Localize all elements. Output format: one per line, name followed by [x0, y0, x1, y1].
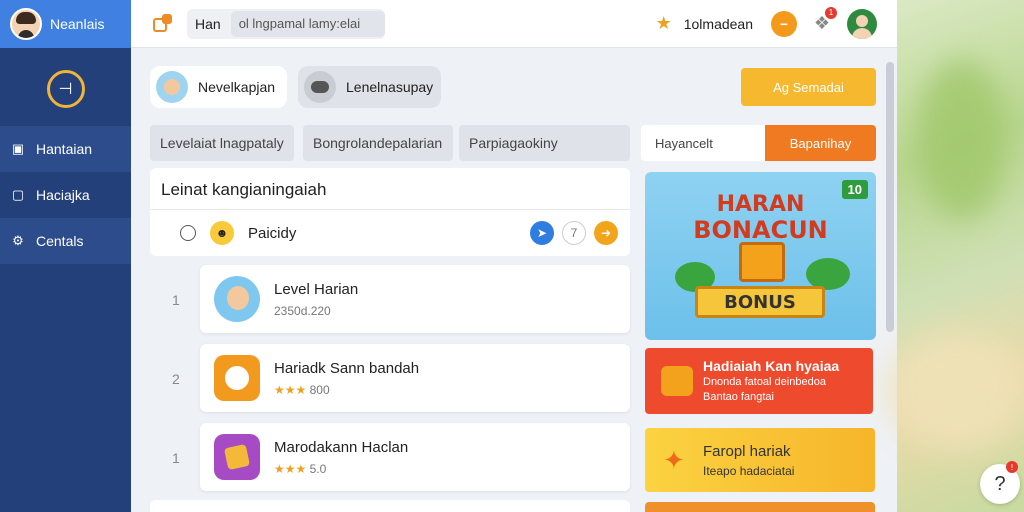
daily-card[interactable]: ✦ Faropl hariak Iteapo hadaciatai — [645, 428, 875, 492]
sidebar-item-label: Hantaian — [36, 141, 93, 157]
list-item-subtitle: 2350d.220 — [274, 303, 331, 318]
gear-icon: ⚙ — [12, 233, 24, 248]
tab-bongrol[interactable]: Bongrolandepalarian — [303, 125, 453, 161]
tab-parpiag[interactable]: Parpiagaokiny — [459, 125, 630, 161]
gift-box-icon — [739, 242, 785, 282]
list-item[interactable]: Marodakann Haclan ★★★ 5.0 — [200, 423, 630, 491]
reward-title: Hadiaiah Kan hyaiaa — [703, 358, 840, 374]
sidebar-title: Neanlais — [50, 16, 105, 32]
sidebar-item-label: Haciajka — [36, 187, 90, 203]
sidebar: Neanlais ⊣ ▣ Hantaian ▢ Haciajka ⚙ Centa… — [0, 0, 131, 512]
smiley-icon: ☻ — [210, 221, 234, 245]
user-name: 1olmadean — [683, 15, 753, 32]
panel-title: Leinat kangianingaiah — [150, 168, 630, 210]
star-icon: ★ — [655, 13, 672, 33]
top-bar: Han ol lngpamal lamy:elai ★ 1olmadean − … — [131, 0, 897, 48]
profile-chip-1[interactable]: Nevelkapjan — [150, 66, 287, 108]
scrollbar[interactable] — [886, 62, 894, 332]
notifications-icon[interactable]: ❖ 1 — [809, 6, 837, 37]
reward-subtitle: Dnonda fatoal deinbedoa — [703, 376, 826, 388]
promo-line-1: HARAN — [716, 192, 805, 217]
list-panel: Leinat kangianingaiah ☻ Paicidy ➤ 7 ➜ — [150, 168, 630, 256]
help-button[interactable]: ? ! — [980, 461, 1020, 504]
segment-right[interactable]: Bapanihay — [765, 125, 876, 161]
monkey-icon — [214, 355, 260, 401]
chip-avatar — [304, 71, 336, 103]
rating-stars: ★★★ — [274, 461, 307, 476]
card-peek — [645, 502, 875, 512]
reward-icon — [661, 366, 693, 396]
notification-badge: 1 — [825, 6, 837, 19]
help-icon: ? — [994, 472, 1006, 495]
list-item-peek — [150, 500, 630, 512]
help-badge: ! — [1006, 461, 1018, 473]
reward-card[interactable]: Hadiaiah Kan hyaiaa Dnonda fatoal deinbe… — [645, 348, 873, 414]
avatar[interactable] — [10, 8, 42, 40]
puzzle-icon: ▣ — [11, 141, 25, 156]
background-scenery — [887, 0, 1024, 512]
sidebar-item-centals[interactable]: ⚙ Centals — [0, 218, 131, 264]
chip-label: Lenelnasupay — [346, 79, 434, 95]
rank-number: 2 — [172, 371, 180, 387]
list-item-title: Hariadk Sann bandah — [274, 359, 420, 377]
sidebar-header: Neanlais — [0, 0, 131, 48]
chip-avatar — [156, 71, 188, 103]
brand-icon[interactable] — [153, 13, 175, 34]
row-label: Paicidy — [248, 224, 297, 242]
search-button[interactable]: Ag Semadai — [741, 68, 876, 106]
rank-number: 1 — [172, 292, 180, 308]
search-input[interactable]: ol lngpamal lamy:elai — [230, 10, 385, 37]
promo-line-2: BONACUN — [693, 216, 828, 244]
ticket-icon — [214, 434, 260, 480]
list-item[interactable]: Hariadk Sann bandah ★★★ 800 — [200, 344, 630, 412]
bonus-ribbon: BONUS — [695, 286, 825, 318]
daily-title: Faropl hariak — [703, 442, 791, 460]
radio-button[interactable] — [180, 225, 196, 241]
frame-icon: ▢ — [11, 187, 25, 202]
arrow-icon[interactable]: ➜ — [594, 221, 618, 245]
sidebar-item-haciajka[interactable]: ▢ Haciajka — [0, 172, 131, 218]
app-logo-icon[interactable]: ⊣ — [46, 70, 85, 108]
profile-avatar[interactable] — [847, 8, 877, 39]
sidebar-item-hantaian[interactable]: ▣ Hantaian — [0, 126, 131, 172]
list-item-title: Level Harian — [274, 280, 359, 298]
profile-chip-2[interactable]: Lenelnasupay — [298, 66, 441, 108]
segmented-control: Hayancelt Bapanihay — [641, 125, 876, 161]
bonus-promo-card[interactable]: 10 HARAN BONACUN BONUS — [645, 172, 876, 340]
segment-left[interactable]: Hayancelt — [641, 125, 765, 161]
rating-stars: ★★★ — [274, 382, 307, 397]
minus-button[interactable]: − — [771, 10, 797, 37]
star-burst-icon: ✦ — [663, 445, 685, 475]
rank-number: 1 — [172, 450, 180, 466]
daily-subtitle: Iteapo hadaciatai — [703, 463, 795, 478]
sidebar-item-label: Centals — [36, 233, 84, 249]
search-box[interactable]: Han ol lngpamal lamy:elai — [187, 8, 385, 39]
list-item-subtitle: 800 — [309, 382, 330, 397]
tab-level[interactable]: Levelaiat lnagpataly — [150, 125, 294, 161]
list-item[interactable]: Level Harian 2350d.220 — [200, 265, 630, 333]
chip-label: Nevelkapjan — [198, 79, 276, 95]
panel-row[interactable]: ☻ Paicidy ➤ 7 ➜ — [150, 210, 630, 256]
list-item-title: Marodakann Haclan — [274, 438, 409, 456]
level-avatar-icon — [214, 276, 260, 322]
send-icon[interactable]: ➤ — [530, 221, 554, 245]
count-icon[interactable]: 7 — [562, 221, 586, 245]
reward-subtitle-2: Bantao fangtai — [703, 391, 774, 403]
search-label: Han — [195, 15, 221, 32]
list-item-subtitle: 5.0 — [309, 461, 327, 476]
